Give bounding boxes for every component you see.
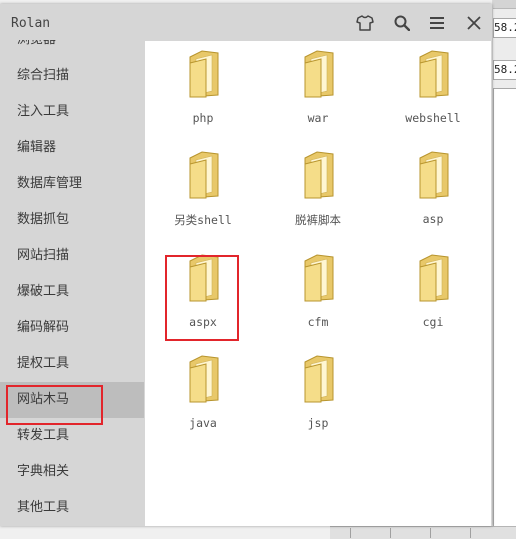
background-window: 58.2 58.2 <box>492 0 516 538</box>
background-ip-field-2: 58.2 <box>493 60 516 80</box>
folder-label: cgi <box>422 315 444 329</box>
folder-label: war <box>307 111 329 125</box>
close-button[interactable] <box>461 10 487 36</box>
folder-label: java <box>189 416 217 430</box>
sidebar-item-other[interactable]: 其他工具 <box>0 490 144 526</box>
folder-java[interactable]: java <box>153 346 253 438</box>
background-panel <box>493 88 516 530</box>
sidebar-item-encoding[interactable]: 编码解码 <box>0 310 144 346</box>
shirt-icon <box>356 15 374 31</box>
skin-button[interactable] <box>352 10 378 36</box>
folder-jsp[interactable]: jsp <box>268 346 368 438</box>
folder-icon <box>189 151 219 199</box>
folder-icon <box>419 254 449 302</box>
background-toolbar <box>493 0 516 9</box>
sidebar: 浏览器 综合扫描 注入工具 编辑器 数据库管理 数据抓包 网站扫描 爆破工具 编… <box>0 40 144 526</box>
title-bar[interactable]: Rolan <box>0 4 492 40</box>
sidebar-item-browser[interactable]: 浏览器 <box>0 40 144 58</box>
folder-icon <box>189 50 219 98</box>
sidebar-item-database[interactable]: 数据库管理 <box>0 166 144 202</box>
aspx-highlight-box <box>165 255 239 341</box>
folder-cgi[interactable]: cgi <box>383 245 483 337</box>
folder-icon <box>304 151 334 199</box>
background-statusbar <box>330 526 516 539</box>
menu-icon <box>430 17 444 29</box>
folder-icon <box>419 50 449 98</box>
window-title: Rolan <box>11 16 51 31</box>
folder-alt-shell[interactable]: 另类shell <box>153 142 253 234</box>
rolan-window: Rolan 浏览器 综合扫描 <box>0 4 492 526</box>
folder-cfm[interactable]: cfm <box>268 245 368 337</box>
sidebar-item-scan[interactable]: 综合扫描 <box>0 58 144 94</box>
folder-webshell[interactable]: webshell <box>383 41 483 133</box>
sidebar-item-website-scan[interactable]: 网站扫描 <box>0 238 144 274</box>
folder-label: cfm <box>307 315 329 329</box>
folder-icon <box>419 151 449 199</box>
folder-label: php <box>192 111 214 125</box>
folder-label: jsp <box>307 416 329 430</box>
sidebar-item-dictionary[interactable]: 字典相关 <box>0 454 144 490</box>
sidebar-item-injection[interactable]: 注入工具 <box>0 94 144 130</box>
close-icon <box>467 16 481 30</box>
folder-grid: php war webshell 另类shell 脱裤脚本 asp aspx c… <box>145 41 491 526</box>
menu-button[interactable] <box>424 10 450 36</box>
search-button[interactable] <box>389 10 415 36</box>
sidebar-item-editor[interactable]: 编辑器 <box>0 130 144 166</box>
folder-label: 脱裤脚本 <box>295 213 341 227</box>
folder-label: asp <box>422 212 444 226</box>
folder-php[interactable]: php <box>153 41 253 133</box>
folder-label: 另类shell <box>174 213 232 227</box>
folder-icon <box>304 50 334 98</box>
folder-icon <box>189 355 219 403</box>
folder-war[interactable]: war <box>268 41 368 133</box>
sidebar-item-capture[interactable]: 数据抓包 <box>0 202 144 238</box>
sidebar-item-privilege[interactable]: 提权工具 <box>0 346 144 382</box>
folder-dump-script[interactable]: 脱裤脚本 <box>268 142 368 234</box>
search-icon <box>394 15 410 31</box>
folder-asp[interactable]: asp <box>383 142 483 234</box>
folder-icon <box>304 254 334 302</box>
folder-icon <box>304 355 334 403</box>
webshell-highlight-box <box>6 385 103 425</box>
sidebar-item-bruteforce[interactable]: 爆破工具 <box>0 274 144 310</box>
folder-label: webshell <box>405 111 461 125</box>
background-ip-field: 58.2 <box>493 18 516 38</box>
